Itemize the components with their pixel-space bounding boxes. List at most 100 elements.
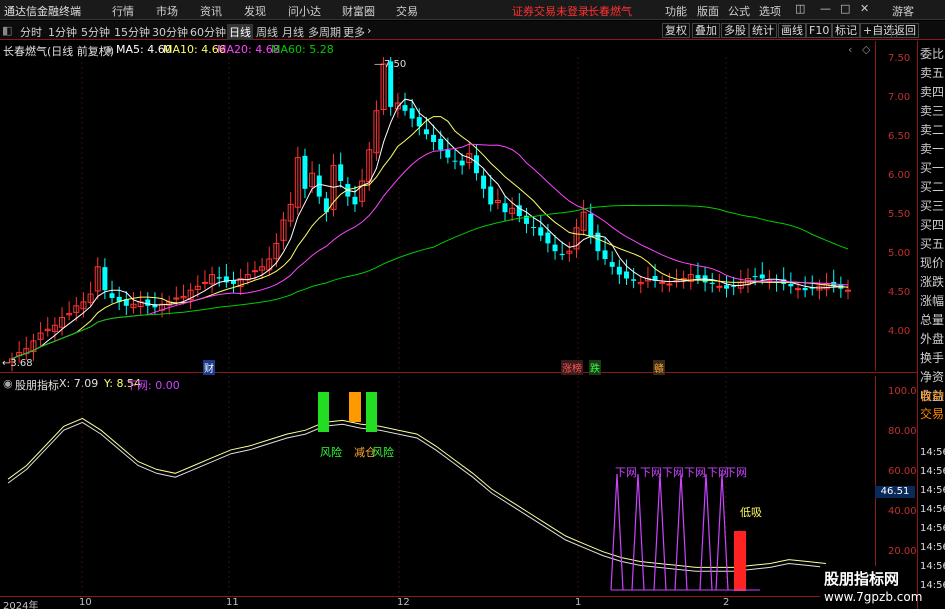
- btn-f10[interactable]: F10: [806, 23, 833, 38]
- candle-body: [716, 285, 723, 288]
- btn-fuquan[interactable]: 复权: [662, 23, 690, 38]
- period-5min[interactable]: 5分钟: [81, 24, 110, 40]
- btn-fanhui[interactable]: 返回: [891, 23, 919, 38]
- side-time-value: 14:56: [920, 504, 945, 515]
- chevron-right-icon[interactable]: ›: [367, 24, 371, 37]
- diamond-icon[interactable]: ◇: [862, 43, 870, 56]
- indicator-chart[interactable]: [0, 376, 875, 594]
- menu-zixun[interactable]: 资讯: [200, 3, 222, 19]
- signal-label: 风险: [320, 446, 342, 459]
- side-time-value: 14:56: [920, 447, 945, 458]
- side-panel-item[interactable]: 总量: [920, 311, 944, 328]
- ma20-line: [11, 143, 849, 360]
- guest-label[interactable]: 游客: [892, 3, 914, 19]
- ma5-line: [11, 98, 849, 360]
- side-panel-item[interactable]: 净资: [920, 368, 944, 385]
- side-panel-item[interactable]: 卖四: [920, 83, 944, 100]
- btn-duogu[interactable]: 多股: [721, 23, 749, 38]
- event-tag-zhangbang[interactable]: 涨榜: [561, 360, 583, 375]
- menu-hangqing[interactable]: 行情: [112, 3, 134, 19]
- side-panel-item[interactable]: 委比: [920, 45, 944, 62]
- watermark-title: 股朋指标网: [824, 570, 900, 588]
- candle-body: [102, 267, 108, 291]
- side-panel-item[interactable]: 买二: [920, 178, 944, 195]
- side-panel-item[interactable]: 涨跌: [920, 273, 944, 290]
- period-daily[interactable]: 日线: [227, 24, 253, 40]
- app-title: 通达信金融终端: [4, 5, 81, 18]
- price-tick: 6.00: [888, 170, 911, 181]
- down-net-spike: [699, 473, 713, 591]
- high-price-label: —7.50: [374, 59, 406, 70]
- watermark: 股朋指标网 www.7gpzb.com: [820, 566, 922, 609]
- candle-body: [302, 155, 308, 189]
- bell-icon[interactable]: ◫: [795, 2, 805, 15]
- side-panel-item[interactable]: 买一: [920, 159, 944, 176]
- side-panel-item[interactable]: 交易: [920, 405, 944, 422]
- candle-body: [788, 283, 794, 287]
- candle-body: [402, 105, 408, 111]
- btn-biaoji[interactable]: 标记: [832, 23, 860, 38]
- btn-huaxian[interactable]: 画线: [778, 23, 806, 38]
- close-icon[interactable]: ✕: [860, 2, 869, 15]
- side-panel-item[interactable]: 卖二: [920, 121, 944, 138]
- minimize-icon[interactable]: —: [820, 2, 831, 15]
- side-panel-item[interactable]: 买五: [920, 235, 944, 252]
- event-tag-cai[interactable]: 财: [203, 360, 215, 375]
- side-panel-item[interactable]: 换手: [920, 349, 944, 366]
- side-panel-item[interactable]: 现价: [920, 254, 944, 271]
- date-label: 10: [79, 597, 92, 608]
- event-tag-gan[interactable]: 赣: [653, 360, 665, 375]
- signal-label: 下网: [684, 466, 706, 479]
- chevron-left-icon[interactable]: ‹: [848, 43, 852, 56]
- period-1min[interactable]: 1分钟: [48, 24, 77, 40]
- period-multi[interactable]: 多周期: [308, 24, 341, 40]
- menu-faxian[interactable]: 发现: [244, 3, 266, 19]
- risk-bar: [318, 392, 329, 432]
- down-net-spike: [631, 473, 645, 591]
- period-60min[interactable]: 60分钟: [190, 24, 226, 40]
- menu-caifuquan[interactable]: 财富圈: [342, 3, 375, 19]
- period-monthly[interactable]: 月线: [282, 24, 304, 40]
- btn-tongji[interactable]: 统计: [749, 23, 777, 38]
- btn-diejia[interactable]: 叠加: [692, 23, 720, 38]
- side-panel-item[interactable]: 外盘: [920, 330, 944, 347]
- period-more[interactable]: 更多: [343, 24, 365, 40]
- date-label: 1: [575, 597, 582, 608]
- period-fenshi[interactable]: 分时: [20, 24, 42, 40]
- candle-body: [316, 175, 322, 197]
- price-tick: 4.00: [888, 326, 911, 337]
- menu-banmian[interactable]: 版面: [697, 3, 719, 19]
- side-panel-item[interactable]: 涨幅: [920, 292, 944, 309]
- side-panel-item[interactable]: 买三: [920, 197, 944, 214]
- menu-gongneng[interactable]: 功能: [665, 3, 687, 19]
- kline-chart[interactable]: —7.50 ←3.68: [0, 57, 875, 372]
- menu-gongshi[interactable]: 公式: [728, 3, 750, 19]
- side-time-value: 14:56: [920, 523, 945, 534]
- menu-xuanxiang[interactable]: 选项: [759, 3, 781, 19]
- side-panel-item[interactable]: 卖一: [920, 140, 944, 157]
- side-panel-item[interactable]: 自动: [920, 387, 944, 404]
- menu-wenxiaoda[interactable]: 问小达: [288, 3, 321, 19]
- candle-body: [459, 160, 465, 166]
- side-panel-item[interactable]: 卖五: [920, 64, 944, 81]
- maximize-icon[interactable]: □: [840, 2, 850, 15]
- period-15min[interactable]: 15分钟: [114, 24, 150, 40]
- side-panel-item[interactable]: 买四: [920, 216, 944, 233]
- menu-shichang[interactable]: 市场: [156, 3, 178, 19]
- candle-body: [659, 281, 666, 284]
- settings-icon[interactable]: ◉: [104, 43, 114, 56]
- date-axis: 2024年 10 11 12 1 2: [0, 596, 917, 609]
- candle-body: [488, 186, 494, 205]
- menu-jiaoyi[interactable]: 交易: [396, 3, 418, 19]
- candle-body: [201, 281, 208, 284]
- panel-toggle-icon[interactable]: ◧: [2, 24, 12, 37]
- event-tag-die[interactable]: 跌: [589, 360, 601, 375]
- side-panel-item[interactable]: 卖三: [920, 102, 944, 119]
- candle-body: [802, 288, 808, 291]
- pane-divider[interactable]: [0, 372, 917, 373]
- period-weekly[interactable]: 周线: [256, 24, 278, 40]
- period-30min[interactable]: 30分钟: [152, 24, 188, 40]
- candle-body: [352, 196, 358, 205]
- price-tick: 4.50: [888, 287, 911, 298]
- login-warning[interactable]: 证券交易未登录: [512, 3, 589, 19]
